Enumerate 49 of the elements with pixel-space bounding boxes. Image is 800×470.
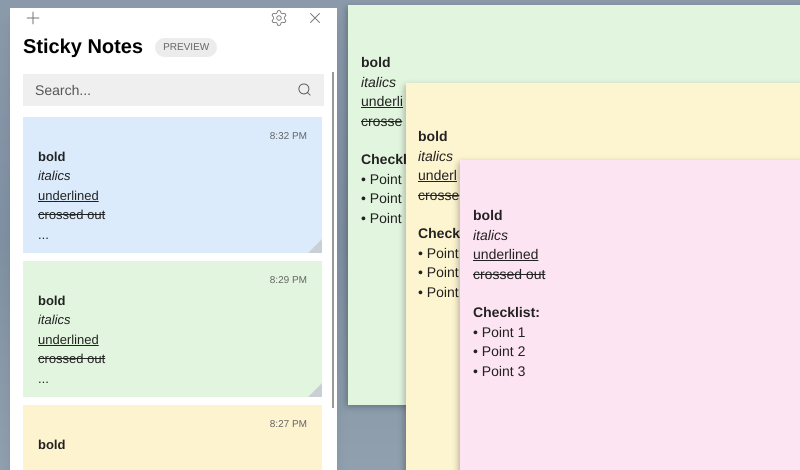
page-curl-icon: [308, 383, 322, 397]
note-text: bold: [473, 206, 503, 225]
note-text: italics: [473, 226, 508, 244]
note-text: ...: [38, 370, 49, 388]
note-card[interactable]: 8:27 PM bold: [23, 405, 322, 470]
note-card[interactable]: 8:32 PM bold italics underlined crossed out ...: [23, 117, 322, 253]
note-text: underli: [361, 92, 404, 111]
preview-badge: PREVIEW: [155, 38, 218, 56]
checklist-item: • Point: [361, 189, 402, 208]
note-text: italics: [418, 146, 454, 166]
note-text: bold: [38, 292, 66, 310]
note-text: underlined: [38, 186, 99, 204]
scrollbar[interactable]: [332, 72, 334, 408]
checklist-item: • Point: [418, 282, 459, 302]
note-text: italics: [38, 167, 71, 185]
note-card[interactable]: 8:29 PM bold italics underlined crossed out ...: [23, 261, 322, 397]
note-text: bold: [38, 436, 66, 454]
checklist-heading: Checklist:: [473, 303, 540, 322]
note-text: crosse: [361, 112, 402, 130]
checklist-item: • Point: [361, 170, 402, 188]
note-time: 8:32 PM: [270, 130, 307, 144]
note-text: bold: [418, 127, 448, 146]
note-text: ...: [38, 226, 49, 244]
note-time: 8:29 PM: [270, 274, 307, 288]
page-curl-icon: [308, 239, 322, 253]
app-title: Sticky Notes: [23, 35, 144, 60]
note-text: italics: [361, 72, 396, 92]
note-text: crossed out: [38, 206, 106, 224]
checklist-heading: Check: [418, 224, 460, 243]
checklist-item: • Point: [418, 263, 459, 282]
note-text: underlined: [38, 330, 99, 348]
checklist-item: • Point 3: [473, 362, 526, 380]
note-text: italics: [38, 311, 71, 329]
note-text: underlined: [473, 245, 538, 264]
checklist-item: • Point: [361, 208, 402, 228]
note-text: crossed out: [38, 350, 106, 368]
note-text: bold: [361, 53, 391, 72]
note-text: crosse: [418, 186, 460, 204]
checklist-item: • Point 1: [473, 322, 526, 342]
note-text: crossed out: [473, 264, 546, 284]
checklist-item: • Point: [418, 244, 459, 262]
search-icon: [297, 82, 312, 97]
note-text: underl: [418, 166, 457, 185]
settings-icon[interactable]: [270, 9, 288, 27]
search-field[interactable]: Search...: [23, 74, 324, 106]
checklist-heading: Checkl: [361, 150, 407, 169]
note-time: 8:27 PM: [270, 418, 307, 432]
note-text: bold: [38, 148, 66, 166]
checklist-item: • Point 2: [473, 342, 526, 361]
